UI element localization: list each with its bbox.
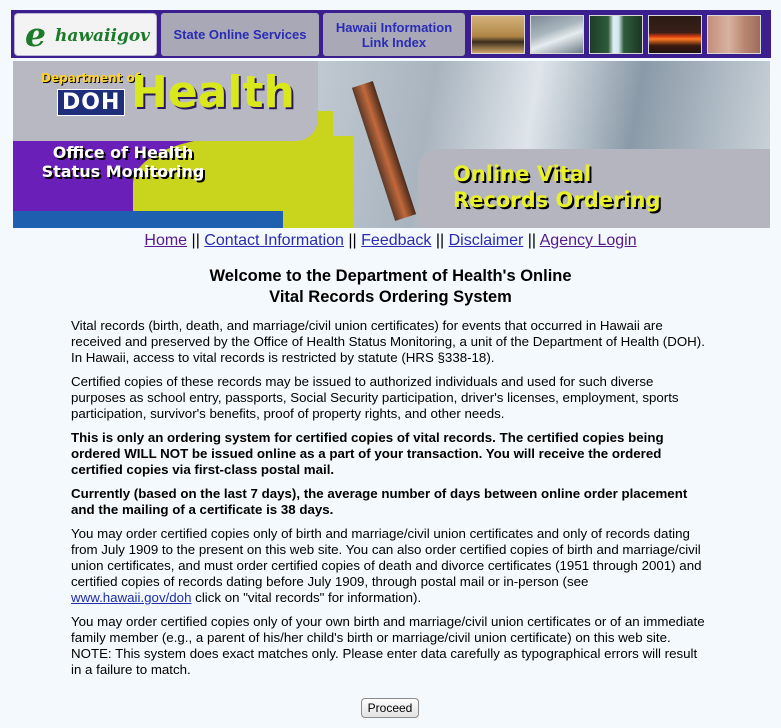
page-title-line2: Vital Records Ordering System <box>269 288 512 306</box>
cliff-thumbnail[interactable] <box>707 15 761 54</box>
office-title: Office of Health Status Monitoring <box>33 143 213 181</box>
banner-blue-strip <box>13 211 283 228</box>
disclaimer-link[interactable]: Disclaimer <box>449 232 524 249</box>
page-title: Welcome to the Department of Health's On… <box>0 266 781 308</box>
state-online-services-button[interactable]: State Online Services <box>161 13 319 56</box>
ordering-notice-paragraph: This is only an ordering system for cert… <box>71 430 664 477</box>
home-link[interactable]: Home <box>144 232 187 249</box>
separator: || <box>191 232 200 249</box>
doh-banner: Department of DOH Health Office of Healt… <box>13 61 770 228</box>
department-of-label: Department of <box>41 71 141 85</box>
ehawaiigov-logo[interactable]: e hawaiigov <box>14 13 157 56</box>
service-title-text: Online Vital Records Ordering <box>453 162 661 212</box>
page-title-line1: Welcome to the Department of Health's On… <box>209 267 572 285</box>
health-title: Health <box>131 67 295 118</box>
waterfall-thumbnail[interactable] <box>589 15 643 54</box>
eligibility-text-before: You may order certified copies only of b… <box>71 526 702 589</box>
doh-logo: DOH <box>57 89 126 116</box>
own-records-paragraph: You may order certified copies only of y… <box>71 614 705 677</box>
main-content: Vital records (birth, death, and marriag… <box>71 318 711 686</box>
eligibility-paragraph: You may order certified copies only of b… <box>71 526 711 606</box>
intro-paragraph: Vital records (birth, death, and marriag… <box>71 318 705 365</box>
logo-e-letter: e <box>25 15 46 54</box>
online-vital-records-title: Online Vital Records Ordering <box>453 161 693 213</box>
agency-login-link[interactable]: Agency Login <box>540 232 637 249</box>
hawaii-doh-link[interactable]: www.hawaii.gov/doh <box>71 590 191 605</box>
hawaii-information-link-index-button[interactable]: Hawaii Information Link Index <box>323 13 465 56</box>
separator: || <box>435 232 445 249</box>
lava-thumbnail[interactable] <box>648 15 702 54</box>
logo-text: hawaiigov <box>55 26 151 46</box>
certified-copies-paragraph: Certified copies of these records may be… <box>71 374 679 421</box>
proceed-button[interactable]: Proceed <box>361 698 419 718</box>
eligibility-text-after: click on "vital records" for information… <box>191 590 422 605</box>
top-nav-bar: e hawaiigov State Online Services Hawaii… <box>11 10 771 58</box>
office-title-text: Office of Health Status Monitoring <box>41 143 205 181</box>
link-bar: Home || Contact Information || Feedback … <box>0 232 781 250</box>
contact-information-link[interactable]: Contact Information <box>204 232 344 249</box>
processing-time-paragraph: Currently (based on the last 7 days), th… <box>71 486 688 517</box>
feedback-link[interactable]: Feedback <box>361 232 431 249</box>
separator: || <box>348 232 357 249</box>
diamond-head-thumbnail[interactable] <box>471 15 525 54</box>
separator: || <box>527 232 537 249</box>
waves-thumbnail[interactable] <box>530 15 584 54</box>
